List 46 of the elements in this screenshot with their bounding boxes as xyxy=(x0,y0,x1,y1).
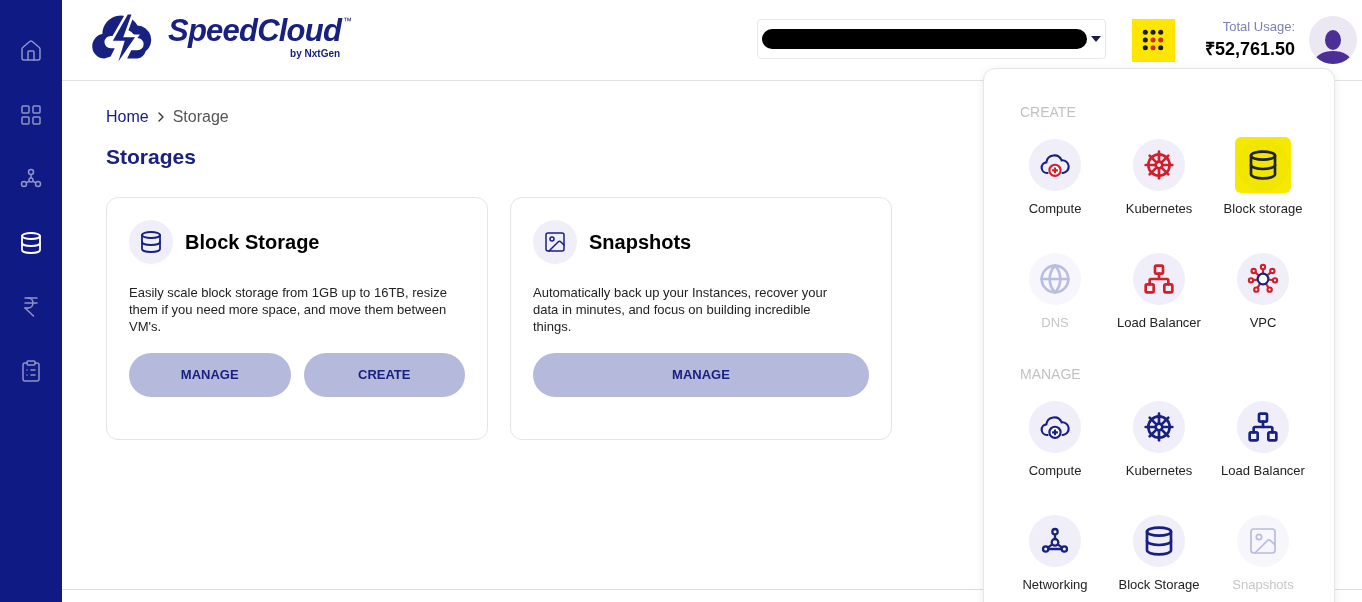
database-icon xyxy=(19,231,43,255)
ship-wheel-icon xyxy=(1143,149,1175,181)
card-description: Easily scale block storage from 1GB up to 16TB, resize them if you need more space, and move them between VM's. xyxy=(129,283,448,335)
menu-item[interactable]: Block Storage xyxy=(1107,513,1211,602)
hub-icon xyxy=(1247,263,1279,295)
card-icon xyxy=(129,219,173,264)
card-button[interactable]: MANAGE xyxy=(129,352,291,397)
menu-item[interactable]: Load Balancer xyxy=(1107,251,1211,365)
menu-item[interactable]: Compute xyxy=(1003,137,1107,251)
breadcrumb-link[interactable]: Home xyxy=(106,105,149,129)
card-description: Automatically back up your Instances, recover your data in minutes, and focus on building incredible things. xyxy=(533,283,829,335)
card-title: Snapshots xyxy=(589,229,692,255)
image-icon xyxy=(1247,525,1279,557)
page-title: Storages xyxy=(106,144,196,170)
logo-byline: by NxtGen xyxy=(290,48,341,61)
card-button[interactable]: MANAGE xyxy=(533,352,869,397)
section-heading: CREATE xyxy=(1020,103,1077,121)
caret-icon xyxy=(1090,36,1101,42)
apps-button[interactable] xyxy=(1131,18,1175,62)
database-icon xyxy=(1247,149,1279,181)
account-select[interactable] xyxy=(756,19,1106,59)
grid-icon xyxy=(19,103,43,127)
menu-item[interactable]: Load Balancer xyxy=(1211,399,1315,513)
menu-item[interactable]: Kubernetes xyxy=(1107,137,1211,251)
trademark: ™ xyxy=(343,15,353,26)
usage-label: Total Usage: xyxy=(1222,17,1295,36)
section-heading: MANAGE xyxy=(1020,365,1082,383)
database-icon xyxy=(1143,525,1175,557)
dots-grid-icon xyxy=(1142,29,1165,51)
menu-item[interactable]: VPC xyxy=(1211,251,1315,365)
home-icon xyxy=(19,39,43,63)
breadcrumb-current: Storage xyxy=(172,107,229,127)
card-button[interactable]: CREATE xyxy=(303,352,465,397)
card-icon xyxy=(533,219,577,264)
ship-wheel-icon xyxy=(1143,411,1175,443)
menu-item[interactable]: Compute xyxy=(1003,399,1107,513)
menu-item[interactable]: Kubernetes xyxy=(1107,399,1211,513)
usage-amount: ₹52,761.50 xyxy=(1204,38,1295,62)
globe-icon xyxy=(1039,263,1071,295)
hierarchy-icon xyxy=(1143,263,1175,295)
menu-item[interactable]: Networking xyxy=(1003,513,1107,602)
card-title: Block Storage xyxy=(185,229,320,255)
hierarchy-icon xyxy=(1247,411,1279,443)
avatar[interactable] xyxy=(1309,16,1357,64)
menu-item[interactable]: Block storage xyxy=(1211,137,1315,251)
clipboard-icon xyxy=(19,359,43,383)
